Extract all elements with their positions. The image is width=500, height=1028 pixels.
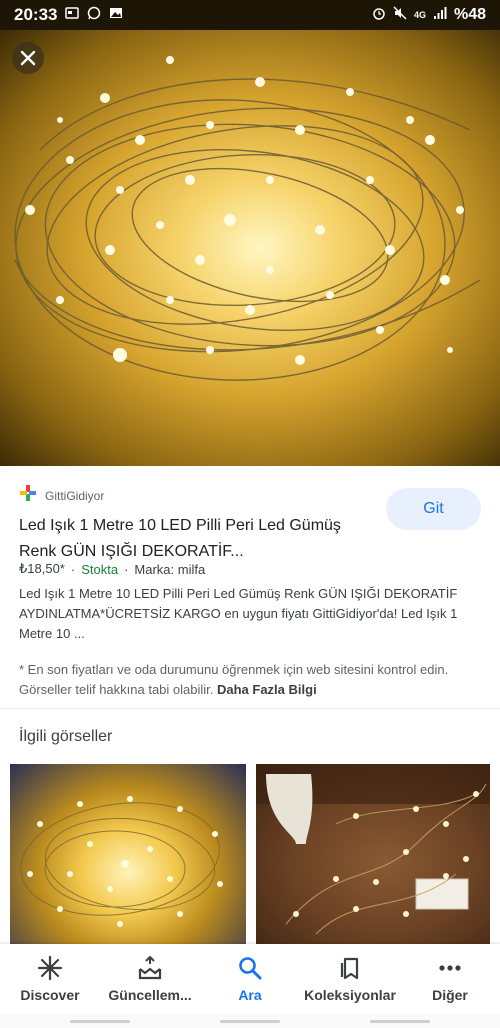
gallery-notification-icon <box>65 5 80 25</box>
fairy-lights-thumbnail <box>20 796 223 927</box>
nav-more[interactable]: Diğer <box>400 944 500 1014</box>
whatsapp-notification-icon <box>87 5 101 25</box>
status-bar: 20:33 4G %48 <box>0 0 500 30</box>
nav-collections[interactable]: Koleksiyonlar <box>300 944 400 1014</box>
recent-apps-handle[interactable] <box>70 1019 130 1023</box>
more-icon <box>439 965 461 971</box>
product-price: ₺18,50* <box>19 561 65 576</box>
image-notification-icon <box>109 5 123 25</box>
separator: · <box>124 561 129 577</box>
product-info-card: GittiGidiyor Git Led Işık 1 Metre 10 LED… <box>0 466 500 706</box>
product-image[interactable] <box>0 30 500 466</box>
nav-search[interactable]: Ara <box>200 944 300 1014</box>
nav-updates[interactable]: Güncellem... <box>100 944 200 1014</box>
related-image-thumbnail[interactable] <box>10 764 246 944</box>
nav-label: Koleksiyonlar <box>304 987 396 1003</box>
back-handle[interactable] <box>370 1019 430 1023</box>
system-navigation-bar <box>0 1014 500 1028</box>
gittigidiyor-logo-icon <box>19 484 37 507</box>
fairy-lights-table-thumbnail <box>256 764 490 935</box>
home-handle[interactable] <box>220 1019 280 1023</box>
nav-label: Güncellem... <box>108 987 192 1003</box>
search-icon <box>239 957 262 980</box>
product-brand: Marka: milfa <box>134 561 206 577</box>
source-row[interactable]: GittiGidiyor <box>19 484 104 507</box>
close-button[interactable] <box>12 42 44 74</box>
fairy-lights-image <box>14 56 481 381</box>
updates-icon <box>138 955 162 980</box>
disclaimer: * En son fiyatları ve oda durumunu öğren… <box>19 660 489 700</box>
separator: · <box>70 561 76 577</box>
close-icon <box>20 50 36 66</box>
network-type: 4G <box>413 10 426 20</box>
source-name: GittiGidiyor <box>45 488 105 503</box>
product-description: Led Işık 1 Metre 10 LED Pilli Peri Led G… <box>19 586 458 641</box>
mute-icon <box>393 6 407 24</box>
stock-status: Stokta <box>81 561 119 577</box>
alarm-icon <box>372 6 386 24</box>
related-image-thumbnail[interactable] <box>256 764 490 944</box>
product-title[interactable]: Led Işık 1 Metre 10 LED Pilli Peri Led G… <box>19 513 379 565</box>
bottom-navigation: Discover Güncellem... Ara Koleksiyonlar … <box>0 944 500 1014</box>
nav-label: Discover <box>20 987 80 1003</box>
status-time: 20:33 <box>14 5 58 24</box>
bookmark-icon <box>340 957 359 980</box>
battery-level: %48 <box>453 6 486 23</box>
divider <box>0 708 500 709</box>
related-images-heading: İlgili görseller <box>19 728 113 745</box>
signal-icon <box>433 6 447 24</box>
go-button[interactable]: Git <box>386 488 481 530</box>
more-info-link[interactable]: Daha Fazla Bilgi <box>217 682 317 697</box>
nav-label: Diğer <box>432 987 468 1003</box>
asterisk-icon <box>37 955 63 981</box>
product-meta: ₺18,50* · Stokta · Marka: milfa <box>19 561 205 577</box>
nav-label: Ara <box>238 987 262 1003</box>
nav-discover[interactable]: Discover <box>0 944 100 1014</box>
